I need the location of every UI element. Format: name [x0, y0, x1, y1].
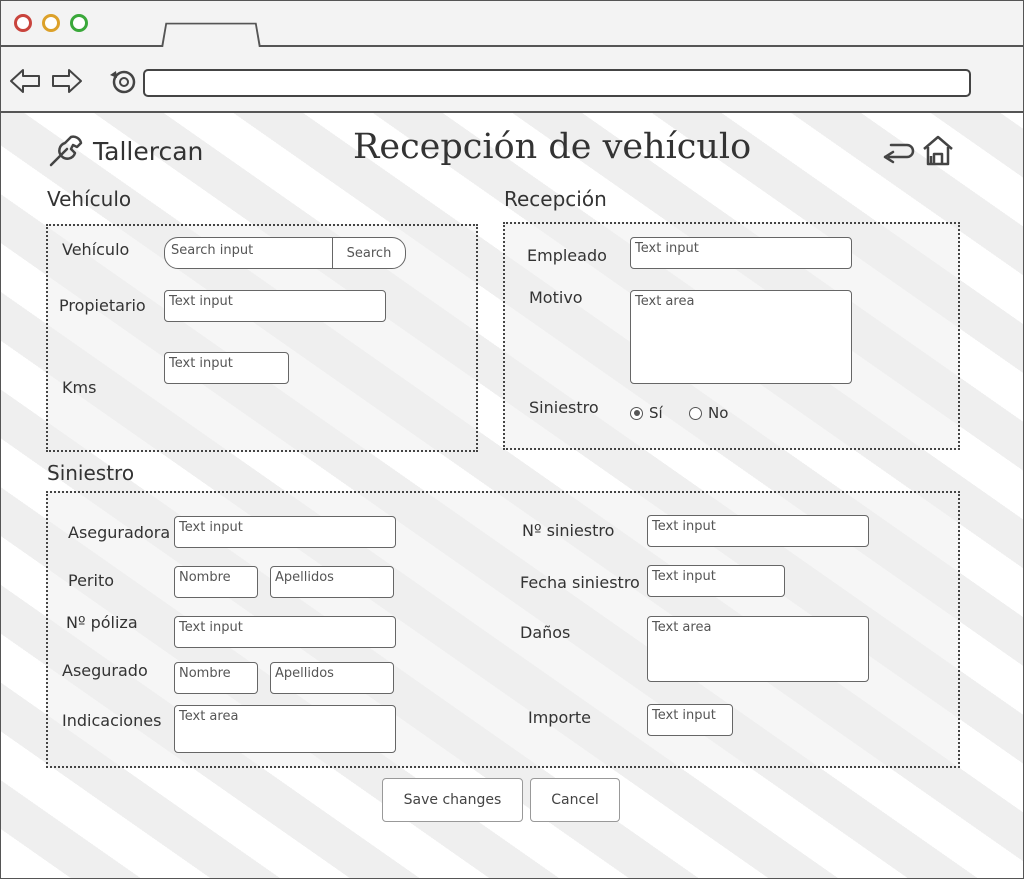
minimize-window-button[interactable]: [42, 14, 60, 32]
cancel-button[interactable]: Cancel: [530, 778, 620, 822]
radio-unselected-icon[interactable]: [689, 406, 702, 420]
poliza-input[interactable]: Text input: [174, 616, 396, 648]
address-bar[interactable]: [143, 69, 971, 97]
wrench-icon: [49, 135, 83, 167]
arrow-right-icon[interactable]: [51, 67, 83, 95]
search-button[interactable]: Search: [332, 238, 405, 268]
title-bar: [1, 1, 1023, 48]
radio-selected-icon[interactable]: [630, 406, 643, 420]
page-content: Tallercan Recepción de vehículo Vehículo…: [1, 113, 1023, 878]
propietario-input[interactable]: Text input: [164, 290, 386, 322]
siniestro-radio-no[interactable]: No: [689, 404, 728, 422]
danos-textarea[interactable]: Text area: [647, 616, 869, 682]
asegurado-label: Asegurado: [62, 661, 148, 680]
importe-input[interactable]: Text input: [647, 704, 733, 736]
vehiculo-panel: Vehículo Search input Search Propietario…: [46, 224, 478, 452]
motivo-label: Motivo: [529, 288, 583, 307]
radio-si-label: Sí: [649, 404, 663, 422]
perito-nombre-input[interactable]: Nombre: [174, 566, 258, 598]
importe-label: Importe: [528, 708, 591, 727]
indicaciones-label: Indicaciones: [62, 711, 162, 730]
kms-label: Kms: [62, 378, 97, 397]
motivo-textarea[interactable]: Text area: [630, 290, 852, 384]
radio-no-label: No: [708, 404, 729, 422]
brand[interactable]: Tallercan: [47, 133, 203, 169]
aseguradora-input[interactable]: Text input: [174, 516, 396, 548]
close-window-button[interactable]: [14, 14, 32, 32]
aseguradora-label: Aseguradora: [68, 523, 171, 542]
navigation-bar: [1, 47, 1023, 113]
page-title: Recepción de vehículo: [353, 127, 752, 167]
vehiculo-label: Vehículo: [62, 240, 130, 259]
fecha-siniestro-label: Fecha siniestro: [520, 573, 640, 592]
siniestro-label: Siniestro: [529, 398, 599, 417]
vehiculo-search-input[interactable]: Search input: [165, 238, 332, 268]
perito-label: Perito: [68, 571, 115, 590]
asegurado-apellidos-input[interactable]: Apellidos: [270, 662, 394, 694]
fecha-siniestro-input[interactable]: Text input: [647, 565, 785, 597]
brand-name: Tallercan: [93, 136, 204, 166]
asegurado-nombre-input[interactable]: Nombre: [174, 662, 258, 694]
num-siniestro-input[interactable]: Text input: [647, 515, 869, 547]
recepcion-panel: Empleado Text input Motivo Text area Sin…: [503, 222, 960, 450]
poliza-label: Nº póliza: [66, 613, 138, 632]
indicaciones-textarea[interactable]: Text area: [174, 705, 396, 753]
siniestro-section-title: Siniestro: [47, 461, 135, 485]
reload-icon[interactable]: [107, 67, 139, 95]
arrow-left-icon[interactable]: [9, 67, 41, 95]
recepcion-section-title: Recepción: [504, 187, 607, 211]
vehiculo-search[interactable]: Search input Search: [164, 237, 406, 269]
kms-input[interactable]: Text input: [164, 352, 289, 384]
empleado-input[interactable]: Text input: [630, 237, 852, 269]
propietario-label: Propietario: [59, 296, 146, 315]
save-button[interactable]: Save changes: [382, 778, 523, 822]
back-arrow-icon[interactable]: [881, 133, 915, 167]
vehiculo-section-title: Vehículo: [47, 187, 132, 211]
browser-tab[interactable]: [161, 22, 261, 48]
siniestro-panel: Aseguradora Text input Perito Nombre Ape…: [46, 491, 960, 768]
siniestro-radio-si[interactable]: Sí: [630, 404, 663, 422]
empleado-label: Empleado: [527, 246, 607, 265]
maximize-window-button[interactable]: [70, 14, 88, 32]
home-icon[interactable]: [921, 133, 955, 167]
danos-label: Daños: [520, 623, 571, 642]
num-siniestro-label: Nº siniestro: [522, 521, 615, 540]
browser-window: Tallercan Recepción de vehículo Vehículo…: [0, 0, 1024, 879]
perito-apellidos-input[interactable]: Apellidos: [270, 566, 394, 598]
